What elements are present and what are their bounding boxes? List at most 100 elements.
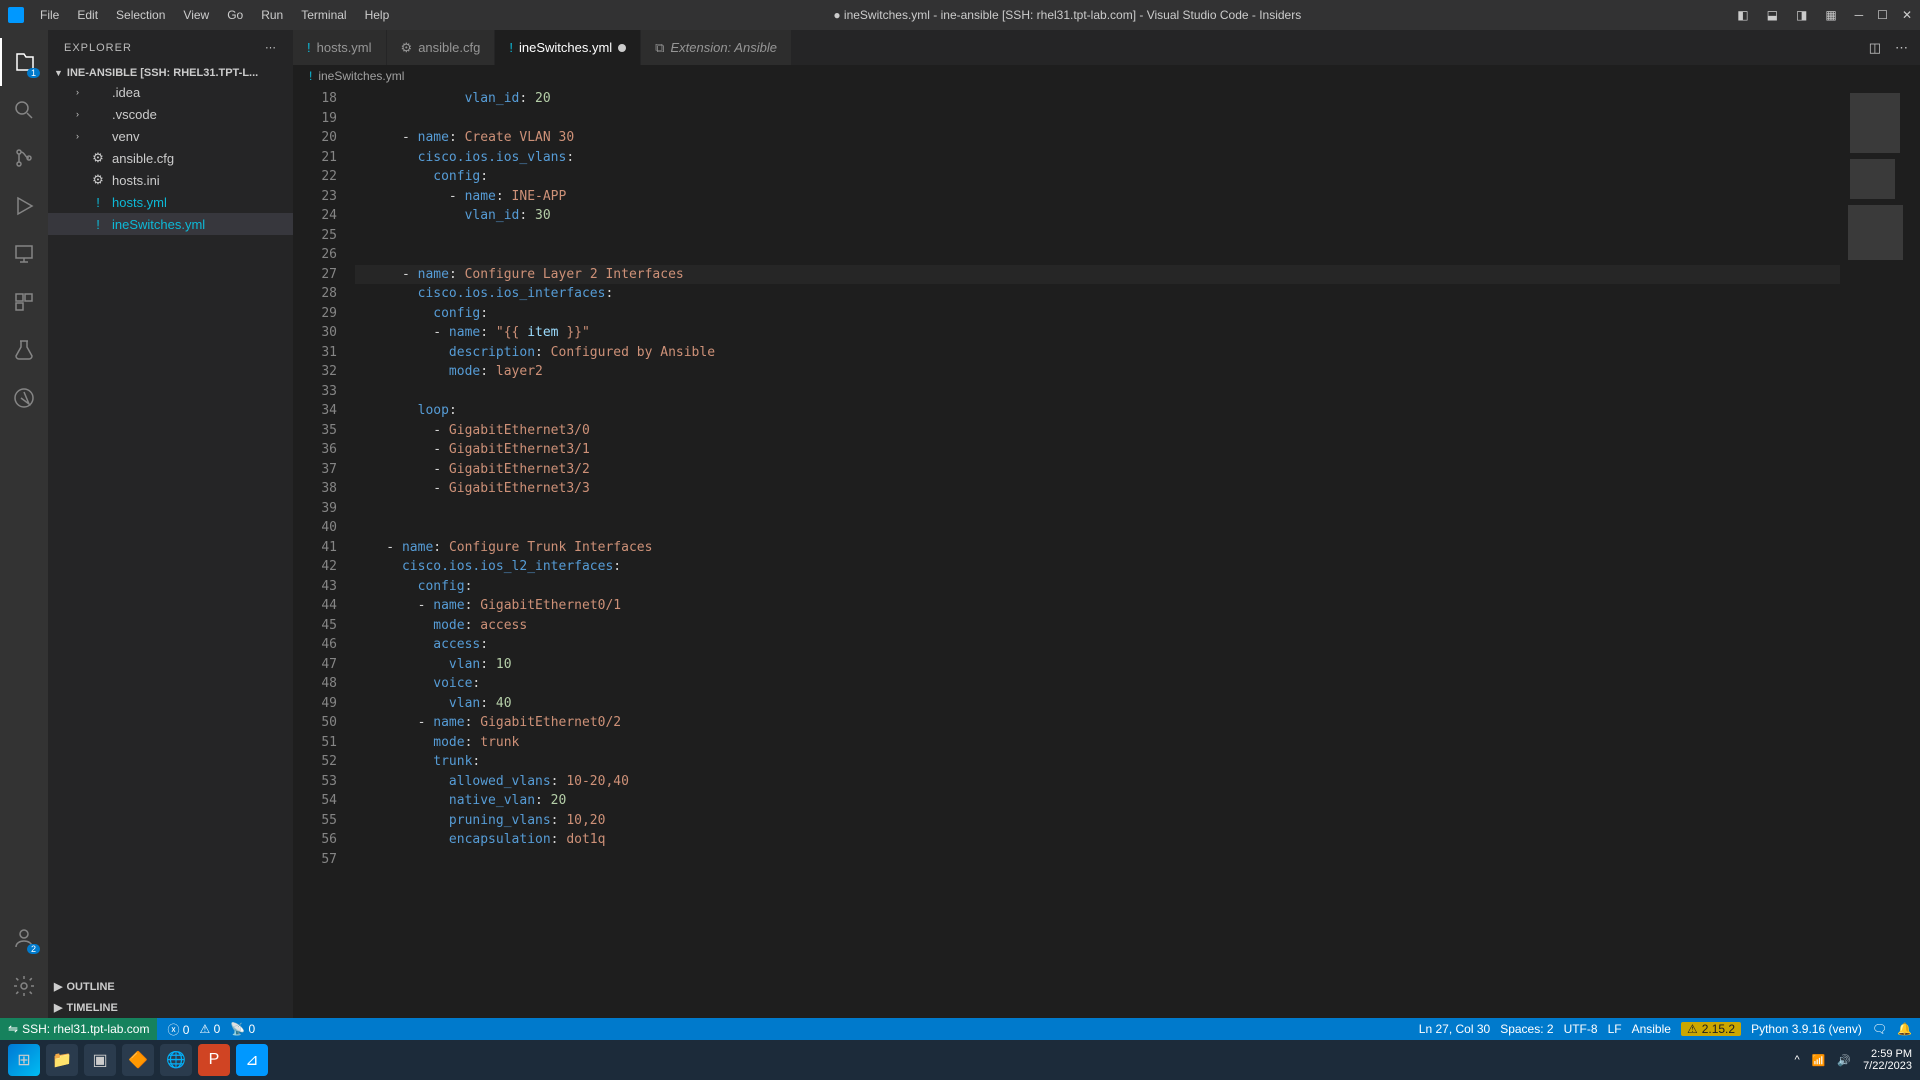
code-line-32[interactable]: mode: layer2 (355, 362, 1840, 382)
code-line-33[interactable] (355, 382, 1840, 402)
tab-ansible-cfg[interactable]: ⚙ansible.cfg (387, 30, 496, 65)
code-line-20[interactable]: - name: Create VLAN 30 (355, 128, 1840, 148)
code-line-24[interactable]: vlan_id: 30 (355, 206, 1840, 226)
status-python[interactable]: Python 3.9.16 (venv) (1751, 1022, 1862, 1036)
accounts-icon[interactable]: 2 (0, 914, 48, 962)
code-line-26[interactable] (355, 245, 1840, 265)
code-line-42[interactable]: cisco.ios.ios_l2_interfaces: (355, 557, 1840, 577)
more-icon[interactable]: ⋯ (265, 41, 277, 54)
code-line-41[interactable]: - name: Configure Trunk Interfaces (355, 538, 1840, 558)
file-item-ansible-cfg[interactable]: ⚙ansible.cfg (48, 147, 293, 169)
code-line-44[interactable]: - name: GigabitEthernet0/1 (355, 596, 1840, 616)
menu-terminal[interactable]: Terminal (293, 4, 354, 26)
ansible-icon[interactable] (0, 374, 48, 422)
run-debug-icon[interactable] (0, 182, 48, 230)
status-ansible-version[interactable]: ⚠ 2.15.2 (1681, 1022, 1741, 1036)
code-line-36[interactable]: - GigabitEthernet3/1 (355, 440, 1840, 460)
tray-wifi-icon[interactable]: 📶 (1812, 1054, 1826, 1067)
tab-Extension-Ansible[interactable]: ⧉Extension: Ansible (641, 30, 792, 65)
code-line-50[interactable]: - name: GigabitEthernet0/2 (355, 713, 1840, 733)
minimap[interactable] (1840, 87, 1920, 1018)
remote-explorer-icon[interactable] (0, 230, 48, 278)
source-control-icon[interactable] (0, 134, 48, 182)
code-line-38[interactable]: - GigabitEthernet3/3 (355, 479, 1840, 499)
taskbar-terminal-icon[interactable]: ▣ (84, 1044, 116, 1076)
file-item-ineSwitches-yml[interactable]: !ineSwitches.yml (48, 213, 293, 235)
more-icon[interactable]: ⋯ (1895, 40, 1908, 56)
status-errors[interactable]: ⓧ 0 (167, 1021, 189, 1038)
code-line-47[interactable]: vlan: 10 (355, 655, 1840, 675)
panel-bottom-icon[interactable]: ⬓ (1767, 8, 1778, 22)
code-line-23[interactable]: - name: INE-APP (355, 187, 1840, 207)
explorer-icon[interactable]: 1 (0, 38, 48, 86)
timeline-section[interactable]: ▶ TIMELINE (48, 997, 293, 1018)
tray-chevron-icon[interactable]: ^ (1794, 1054, 1799, 1066)
code-line-34[interactable]: loop: (355, 401, 1840, 421)
search-icon[interactable] (0, 86, 48, 134)
code-line-27[interactable]: - name: Configure Layer 2 Interfaces (355, 265, 1840, 285)
code-line-53[interactable]: allowed_vlans: 10-20,40 (355, 772, 1840, 792)
code-line-21[interactable]: cisco.ios.ios_vlans: (355, 148, 1840, 168)
code-line-28[interactable]: cisco.ios.ios_interfaces: (355, 284, 1840, 304)
notifications-icon[interactable]: 🔔 (1897, 1022, 1912, 1036)
status-ports[interactable]: 📡 0 (230, 1022, 255, 1036)
settings-gear-icon[interactable] (0, 962, 48, 1010)
code-line-25[interactable] (355, 226, 1840, 246)
start-button[interactable]: ⊞ (8, 1044, 40, 1076)
tray-volume-icon[interactable]: 🔊 (1837, 1054, 1851, 1067)
code-line-54[interactable]: native_vlan: 20 (355, 791, 1840, 811)
taskbar-edge-icon[interactable]: 🌐 (160, 1044, 192, 1076)
taskbar-powerpoint-icon[interactable]: P (198, 1044, 230, 1076)
layout-icon[interactable]: ▦ (1825, 8, 1836, 22)
file-item-venv[interactable]: ›venv (48, 125, 293, 147)
code-line-52[interactable]: trunk: (355, 752, 1840, 772)
code-line-45[interactable]: mode: access (355, 616, 1840, 636)
panel-left-icon[interactable]: ◧ (1737, 8, 1748, 22)
file-item--vscode[interactable]: ›.vscode (48, 103, 293, 125)
code-line-55[interactable]: pruning_vlans: 10,20 (355, 811, 1840, 831)
taskbar-explorer-icon[interactable]: 📁 (46, 1044, 78, 1076)
status-eol[interactable]: LF (1608, 1022, 1622, 1036)
file-item--idea[interactable]: ›.idea (48, 81, 293, 103)
code-line-37[interactable]: - GigabitEthernet3/2 (355, 460, 1840, 480)
code-line-48[interactable]: voice: (355, 674, 1840, 694)
code-editor[interactable]: vlan_id: 20 - name: Create VLAN 30 cisco… (355, 87, 1840, 1018)
status-language[interactable]: Ansible (1632, 1022, 1671, 1036)
close-icon[interactable]: ✕ (1902, 8, 1912, 22)
code-line-30[interactable]: - name: "{{ item }}" (355, 323, 1840, 343)
minimize-icon[interactable]: ─ (1855, 8, 1864, 22)
file-item-hosts-yml[interactable]: !hosts.yml (48, 191, 293, 213)
status-encoding[interactable]: UTF-8 (1564, 1022, 1598, 1036)
code-line-22[interactable]: config: (355, 167, 1840, 187)
code-line-43[interactable]: config: (355, 577, 1840, 597)
breadcrumb[interactable]: ! ineSwitches.yml (293, 65, 1920, 87)
code-line-29[interactable]: config: (355, 304, 1840, 324)
menu-file[interactable]: File (32, 4, 67, 26)
code-line-40[interactable] (355, 518, 1840, 538)
file-item-hosts-ini[interactable]: ⚙hosts.ini (48, 169, 293, 191)
maximize-icon[interactable]: ☐ (1877, 8, 1888, 22)
tab-ineSwitches-yml[interactable]: !ineSwitches.yml (495, 30, 641, 65)
menu-help[interactable]: Help (357, 4, 398, 26)
menu-selection[interactable]: Selection (108, 4, 173, 26)
code-line-18[interactable]: vlan_id: 20 (355, 89, 1840, 109)
code-line-35[interactable]: - GigabitEthernet3/0 (355, 421, 1840, 441)
repo-header[interactable]: ▼ INE-ANSIBLE [SSH: RHEL31.TPT-L... (48, 65, 293, 81)
status-spaces[interactable]: Spaces: 2 (1500, 1022, 1553, 1036)
menu-view[interactable]: View (175, 4, 217, 26)
taskbar-app-icon[interactable]: 🔶 (122, 1044, 154, 1076)
menu-go[interactable]: Go (219, 4, 251, 26)
menu-run[interactable]: Run (253, 4, 291, 26)
split-editor-icon[interactable]: ◫ (1869, 40, 1881, 56)
feedback-icon[interactable]: 🗨 (1872, 1022, 1887, 1036)
status-cursor[interactable]: Ln 27, Col 30 (1419, 1022, 1490, 1036)
code-line-56[interactable]: encapsulation: dot1q (355, 830, 1840, 850)
taskbar-vscode-icon[interactable]: ⊿ (236, 1044, 268, 1076)
code-line-57[interactable] (355, 850, 1840, 870)
remote-indicator[interactable]: ⇋ SSH: rhel31.tpt-lab.com (0, 1018, 157, 1040)
code-line-39[interactable] (355, 499, 1840, 519)
extensions-icon[interactable] (0, 278, 48, 326)
outline-section[interactable]: ▶ OUTLINE (48, 976, 293, 997)
code-line-49[interactable]: vlan: 40 (355, 694, 1840, 714)
status-warnings[interactable]: ⚠ 0 (199, 1022, 220, 1036)
